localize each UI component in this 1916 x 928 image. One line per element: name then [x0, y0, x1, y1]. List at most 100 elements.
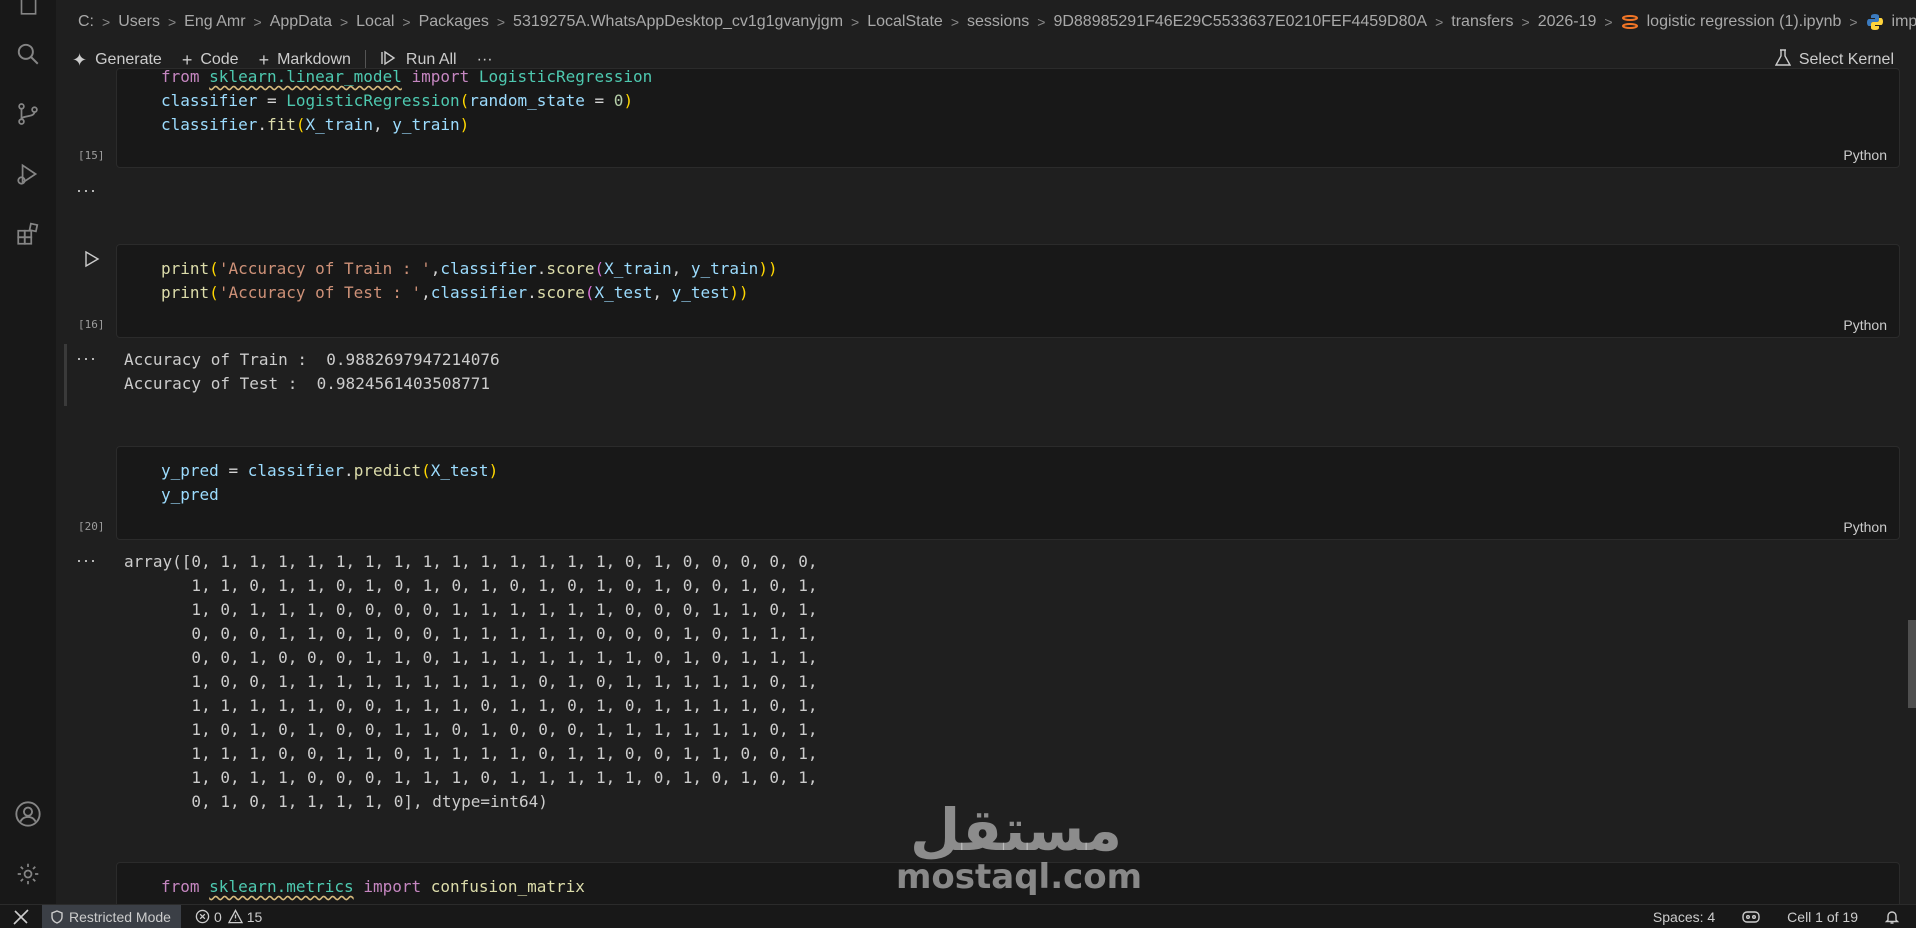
- restricted-mode-label: Restricted Mode: [69, 908, 171, 925]
- code-token: (: [459, 91, 470, 110]
- code-token: ): [623, 91, 634, 110]
- breadcrumb-item[interactable]: AppData: [270, 13, 332, 31]
- execution-count: [16]: [78, 318, 105, 331]
- breadcrumb-item[interactable]: LocalState: [867, 13, 943, 31]
- code-token: (: [594, 259, 605, 278]
- code-token: X_train: [604, 259, 672, 278]
- indentation-button[interactable]: Spaces: 4: [1653, 909, 1715, 925]
- cell-code[interactable]: y_pred = classifier.predict(X_test) y_pr…: [161, 459, 498, 507]
- breadcrumb-item[interactable]: transfers: [1451, 13, 1513, 31]
- code-token: ,: [421, 283, 431, 302]
- settings-icon[interactable]: [12, 858, 44, 890]
- output-ellipsis[interactable]: ···: [76, 180, 97, 201]
- code-token: ): [459, 115, 470, 134]
- code-token: from: [161, 877, 200, 896]
- chevron-right-icon: >: [1604, 14, 1613, 30]
- code-token: y_test: [671, 283, 730, 302]
- breadcrumb-item[interactable]: Local: [356, 13, 394, 31]
- jupyter-icon: [1621, 13, 1639, 31]
- code-token: y_pred: [161, 461, 219, 480]
- cell-language[interactable]: Python: [1843, 519, 1887, 535]
- breadcrumb-item[interactable]: 5319275A.WhatsAppDesktop_cv1g1gvanyjgm: [513, 13, 843, 31]
- breadcrumb: C: > Users > Eng Amr > AppData > Local > Pack…: [56, 0, 1916, 44]
- chevron-right-icon: >: [1037, 14, 1046, 30]
- problems-button[interactable]: 0 15: [195, 909, 262, 925]
- code-token: =: [266, 91, 277, 110]
- output-ellipsis[interactable]: ···: [76, 348, 97, 369]
- code-token: confusion_matrix: [430, 877, 585, 896]
- code-token: .: [536, 259, 547, 278]
- breadcrumb-item[interactable]: logistic regression (1).ipynb: [1647, 13, 1842, 31]
- chevron-right-icon: >: [950, 14, 960, 30]
- code-token: X_test: [430, 461, 489, 480]
- breadcrumb-item[interactable]: import numpy: [1892, 13, 1916, 31]
- code-token: import: [363, 877, 422, 896]
- code-token: ,: [671, 259, 682, 278]
- cell-language[interactable]: Python: [1843, 317, 1887, 333]
- code-token: X_train: [305, 115, 373, 134]
- output-focus-bar: [64, 344, 67, 406]
- notebook-editor: C: > Users > Eng Amr > AppData > Local > Pack…: [56, 0, 1916, 904]
- select-kernel-label: Select Kernel: [1798, 51, 1894, 68]
- code-cell[interactable]: from sklearn.linear_model import Logisti…: [116, 65, 1900, 168]
- cell-code[interactable]: from sklearn.linear_model import Logisti…: [161, 65, 652, 137]
- chevron-right-icon: >: [851, 14, 860, 30]
- code-token: score: [546, 259, 595, 278]
- run-cell-button[interactable]: [80, 248, 102, 270]
- breadcrumb-item[interactable]: Eng Amr: [184, 13, 245, 31]
- code-token: 0: [613, 91, 624, 110]
- bell-icon[interactable]: [1884, 909, 1900, 925]
- code-token: .: [344, 461, 354, 480]
- code-token: score: [536, 283, 585, 302]
- code-token: ,: [430, 259, 441, 278]
- chevron-right-icon: >: [1521, 14, 1530, 30]
- account-icon[interactable]: [12, 798, 44, 830]
- remote-icon[interactable]: [0, 905, 42, 928]
- code-token: predict: [353, 461, 422, 480]
- code-token: ,: [652, 283, 662, 302]
- code-cell[interactable]: print('Accuracy of Train : ',classifier.…: [116, 244, 1900, 338]
- breadcrumb-item[interactable]: sessions: [967, 13, 1029, 31]
- status-bar: Restricted Mode 0 15 Spaces: 4 Cell 1 of…: [0, 904, 1916, 928]
- cell-code[interactable]: print('Accuracy of Train : ',classifier.…: [161, 257, 778, 305]
- code-token: fit: [266, 115, 296, 134]
- run-debug-icon[interactable]: [12, 158, 44, 190]
- chevron-right-icon: >: [253, 14, 262, 30]
- code-token: )): [758, 259, 778, 278]
- execution-count: [15]: [78, 149, 105, 162]
- cell-position[interactable]: Cell 1 of 19: [1787, 909, 1858, 925]
- breadcrumb-item[interactable]: 2026-19: [1538, 13, 1597, 31]
- code-token: classifier: [161, 115, 258, 134]
- code-cell[interactable]: y_pred = classifier.predict(X_test) y_pr…: [116, 446, 1900, 540]
- code-token: from: [161, 67, 200, 86]
- breadcrumb-item[interactable]: Users: [118, 13, 160, 31]
- files-icon[interactable]: [12, 0, 44, 20]
- code-token: LogisticRegression: [478, 67, 653, 86]
- breadcrumb-item[interactable]: C:: [78, 13, 94, 31]
- code-token: 'Accuracy of Train : ': [218, 259, 431, 278]
- extensions-icon[interactable]: [12, 218, 44, 250]
- code-token: (: [295, 115, 306, 134]
- code-token: print: [161, 259, 210, 278]
- cell-output: array([0, 1, 1, 1, 1, 1, 1, 1, 1, 1, 1, …: [124, 552, 818, 811]
- cell-code[interactable]: from sklearn.metrics import confusion_ma…: [161, 875, 585, 899]
- code-token: y_train: [392, 115, 460, 134]
- code-token: .: [257, 115, 267, 134]
- search-icon[interactable]: [12, 38, 44, 70]
- restricted-mode-button[interactable]: Restricted Mode: [42, 904, 181, 928]
- activity-bar: [0, 0, 56, 904]
- cell-output: Accuracy of Train : 0.9882697947214076 A…: [124, 350, 500, 393]
- code-token: ,: [372, 115, 383, 134]
- code-token: y_pred: [161, 485, 219, 504]
- editor-scrollbar[interactable]: [1908, 620, 1916, 708]
- status-right: Spaces: 4 Cell 1 of 19: [1627, 905, 1900, 928]
- breadcrumb-item[interactable]: 9D88985291F46E29C5533637E0210FEF4459D80A: [1053, 13, 1427, 31]
- source-control-icon[interactable]: [12, 98, 44, 130]
- cell-language[interactable]: Python: [1843, 147, 1887, 163]
- copilot-icon[interactable]: [1741, 909, 1761, 925]
- python-icon: [1866, 13, 1884, 31]
- chevron-right-icon: >: [496, 14, 506, 30]
- shield-icon: [50, 909, 64, 924]
- output-ellipsis[interactable]: ···: [76, 550, 97, 571]
- breadcrumb-item[interactable]: Packages: [419, 13, 489, 31]
